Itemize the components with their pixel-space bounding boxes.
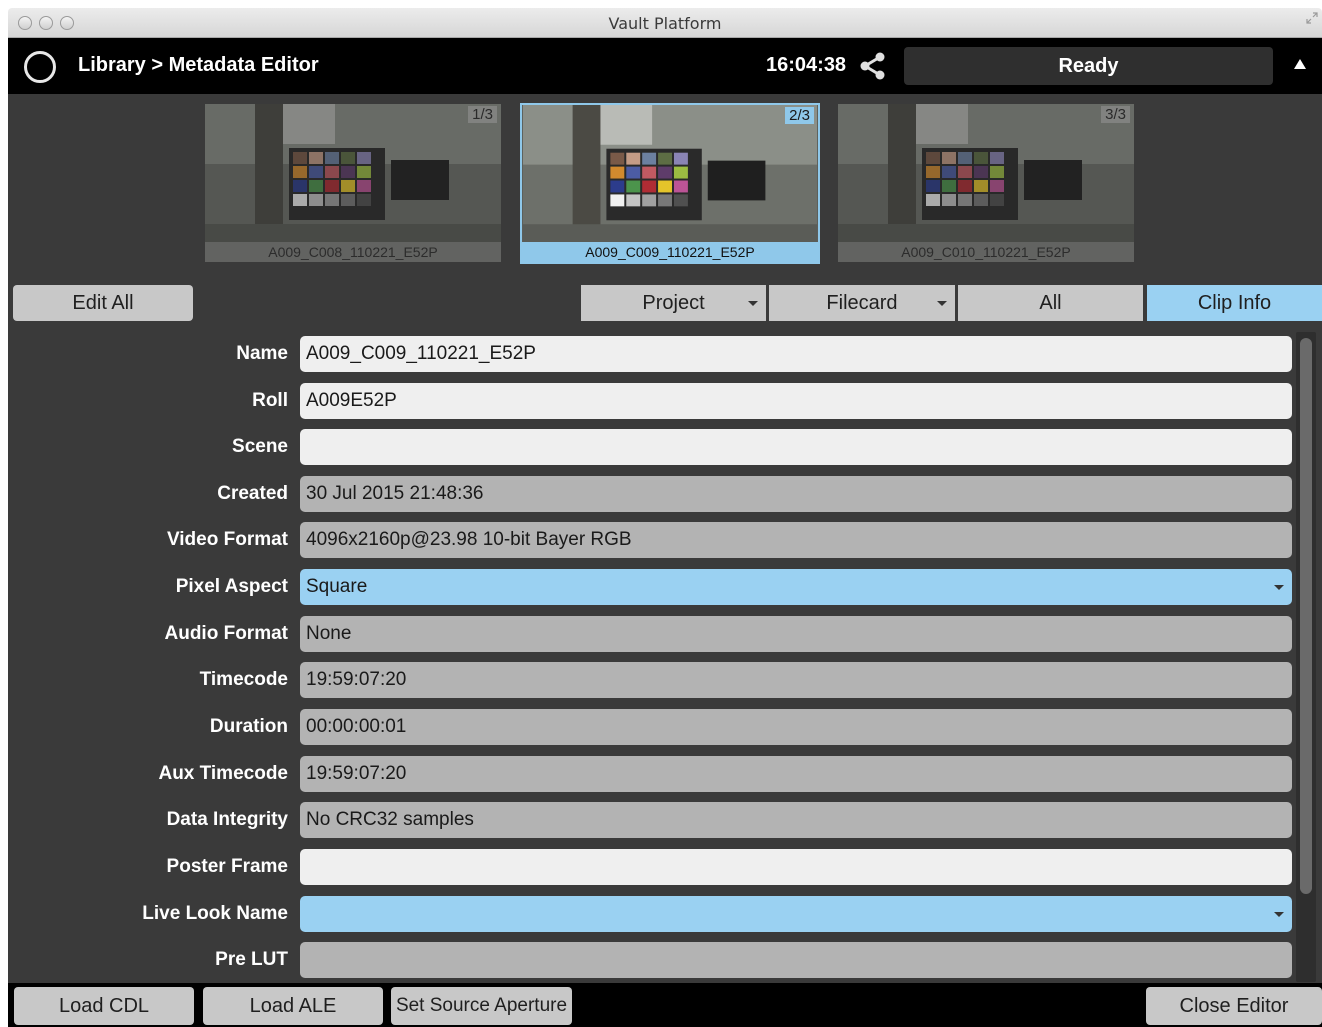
- close-editor-button[interactable]: Close Editor: [1146, 987, 1322, 1025]
- chevron-down-icon: [1274, 585, 1284, 590]
- pixel-aspect-value: Square: [306, 576, 368, 597]
- field-row-data-integrity: Data Integrity No CRC32 samples: [8, 802, 1298, 838]
- scrollbar-thumb[interactable]: [1300, 338, 1312, 894]
- thumbnail-index: 1/3: [468, 106, 497, 123]
- field-label: Poster Frame: [166, 856, 288, 877]
- poster-frame-input[interactable]: [300, 849, 1292, 885]
- project-dropdown[interactable]: Project: [581, 285, 766, 321]
- window-titlebar: Vault Platform: [8, 8, 1322, 38]
- filecard-dropdown-label: Filecard: [826, 292, 898, 314]
- clip-thumbnail[interactable]: 1/3 A009_C008_110221_E52P: [205, 104, 501, 262]
- metadata-form: Name A009_C009_110221_E52P Roll A009E52P…: [8, 328, 1322, 983]
- thumbnail-index: 3/3: [1101, 106, 1130, 123]
- field-row-video-format: Video Format 4096x2160p@23.98 10-bit Bay…: [8, 522, 1298, 558]
- tab-all[interactable]: All: [958, 285, 1143, 321]
- clock: 16:04:38: [766, 54, 847, 76]
- field-row-poster-frame: Poster Frame: [8, 849, 1298, 885]
- field-label: Audio Format: [164, 623, 289, 644]
- editor-toolbar: Edit All Project Filecard All Clip Info: [8, 280, 1322, 328]
- header-bar: Library > Metadata Editor 16:04:38 Ready: [8, 38, 1322, 94]
- chevron-down-icon: [1274, 912, 1284, 917]
- field-row-pixel-aspect: Pixel Aspect Square: [8, 569, 1298, 605]
- thumbnail-name: A009_C008_110221_E52P: [205, 242, 501, 262]
- field-label: Duration: [209, 716, 288, 737]
- thumbnail-dim-overlay: [838, 104, 1134, 262]
- field-row-duration: Duration 00:00:00:01: [8, 709, 1298, 745]
- project-dropdown-label: Project: [642, 292, 705, 314]
- share-icon[interactable]: [858, 51, 888, 81]
- video-format-value: 4096x2160p@23.98 10-bit Bayer RGB: [300, 522, 1292, 558]
- field-label: Live Look Name: [142, 903, 288, 924]
- duration-value: 00:00:00:01: [300, 709, 1292, 745]
- field-label: Video Format: [166, 529, 288, 550]
- data-integrity-value: No CRC32 samples: [300, 802, 1292, 838]
- name-input[interactable]: A009_C009_110221_E52P: [300, 336, 1292, 372]
- set-source-aperture-button[interactable]: Set Source Aperture: [391, 987, 572, 1025]
- field-row-name: Name A009_C009_110221_E52P: [8, 336, 1298, 372]
- field-label: Roll: [252, 390, 288, 411]
- thumbnail-name: A009_C010_110221_E52P: [838, 242, 1134, 262]
- activity-spinner-icon: [24, 51, 56, 83]
- edit-all-button[interactable]: Edit All: [13, 285, 193, 321]
- status-indicator: Ready: [904, 47, 1273, 85]
- filecard-dropdown[interactable]: Filecard: [769, 285, 955, 321]
- field-row-aux-timecode: Aux Timecode 19:59:07:20: [8, 756, 1298, 792]
- chevron-down-icon: [937, 301, 947, 306]
- breadcrumb[interactable]: Library > Metadata Editor: [78, 54, 319, 77]
- window-title: Vault Platform: [608, 14, 722, 33]
- fullscreen-icon[interactable]: [1306, 12, 1318, 24]
- field-row-created: Created 30 Jul 2015 21:48:36: [8, 476, 1298, 512]
- field-label: Aux Timecode: [158, 763, 288, 784]
- roll-input[interactable]: A009E52P: [300, 383, 1292, 419]
- field-row-scene: Scene: [8, 429, 1298, 465]
- load-ale-button[interactable]: Load ALE: [203, 987, 383, 1025]
- pre-lut-value: [300, 942, 1292, 978]
- clip-thumbnail-strip: 1/3 A009_C008_110221_E52P 2/3 A009_C009_…: [8, 94, 1322, 280]
- field-row-live-look-name: Live Look Name: [8, 896, 1298, 932]
- field-row-pre-lut: Pre LUT: [8, 942, 1298, 978]
- created-value: 30 Jul 2015 21:48:36: [300, 476, 1292, 512]
- app-window: Library > Metadata Editor 16:04:38 Ready: [8, 38, 1322, 1027]
- scene-input[interactable]: [300, 429, 1292, 465]
- thumbnail-name: A009_C009_110221_E52P: [522, 242, 818, 262]
- aux-timecode-value: 19:59:07:20: [300, 756, 1292, 792]
- field-label: Timecode: [199, 669, 288, 690]
- live-look-name-select[interactable]: [300, 896, 1292, 932]
- load-cdl-button[interactable]: Load CDL: [14, 987, 194, 1025]
- field-row-roll: Roll A009E52P: [8, 383, 1298, 419]
- field-label: Scene: [232, 436, 288, 457]
- thumbnail-dim-overlay: [205, 104, 501, 262]
- pixel-aspect-select[interactable]: Square: [300, 569, 1292, 605]
- bottom-action-bar: Load CDL Load ALE Set Source Aperture Cl…: [8, 983, 1322, 1027]
- timecode-value: 19:59:07:20: [300, 662, 1292, 698]
- clip-thumbnail[interactable]: 3/3 A009_C010_110221_E52P: [838, 104, 1134, 262]
- audio-format-value: None: [300, 616, 1292, 652]
- field-label: Created: [217, 483, 288, 504]
- field-row-timecode: Timecode 19:59:07:20: [8, 662, 1298, 698]
- field-label: Pre LUT: [215, 949, 288, 970]
- thumbnail-dim-overlay: [522, 105, 818, 262]
- clip-thumbnail-selected[interactable]: 2/3 A009_C009_110221_E52P: [520, 103, 820, 264]
- collapse-triangle-icon[interactable]: [1292, 56, 1308, 72]
- chevron-down-icon: [748, 301, 758, 306]
- tab-clip-info[interactable]: Clip Info: [1147, 285, 1322, 321]
- field-label: Name: [236, 343, 288, 364]
- field-label: Pixel Aspect: [175, 576, 288, 597]
- thumbnail-index: 2/3: [785, 107, 814, 124]
- field-row-audio-format: Audio Format None: [8, 616, 1298, 652]
- field-label: Data Integrity: [166, 809, 288, 830]
